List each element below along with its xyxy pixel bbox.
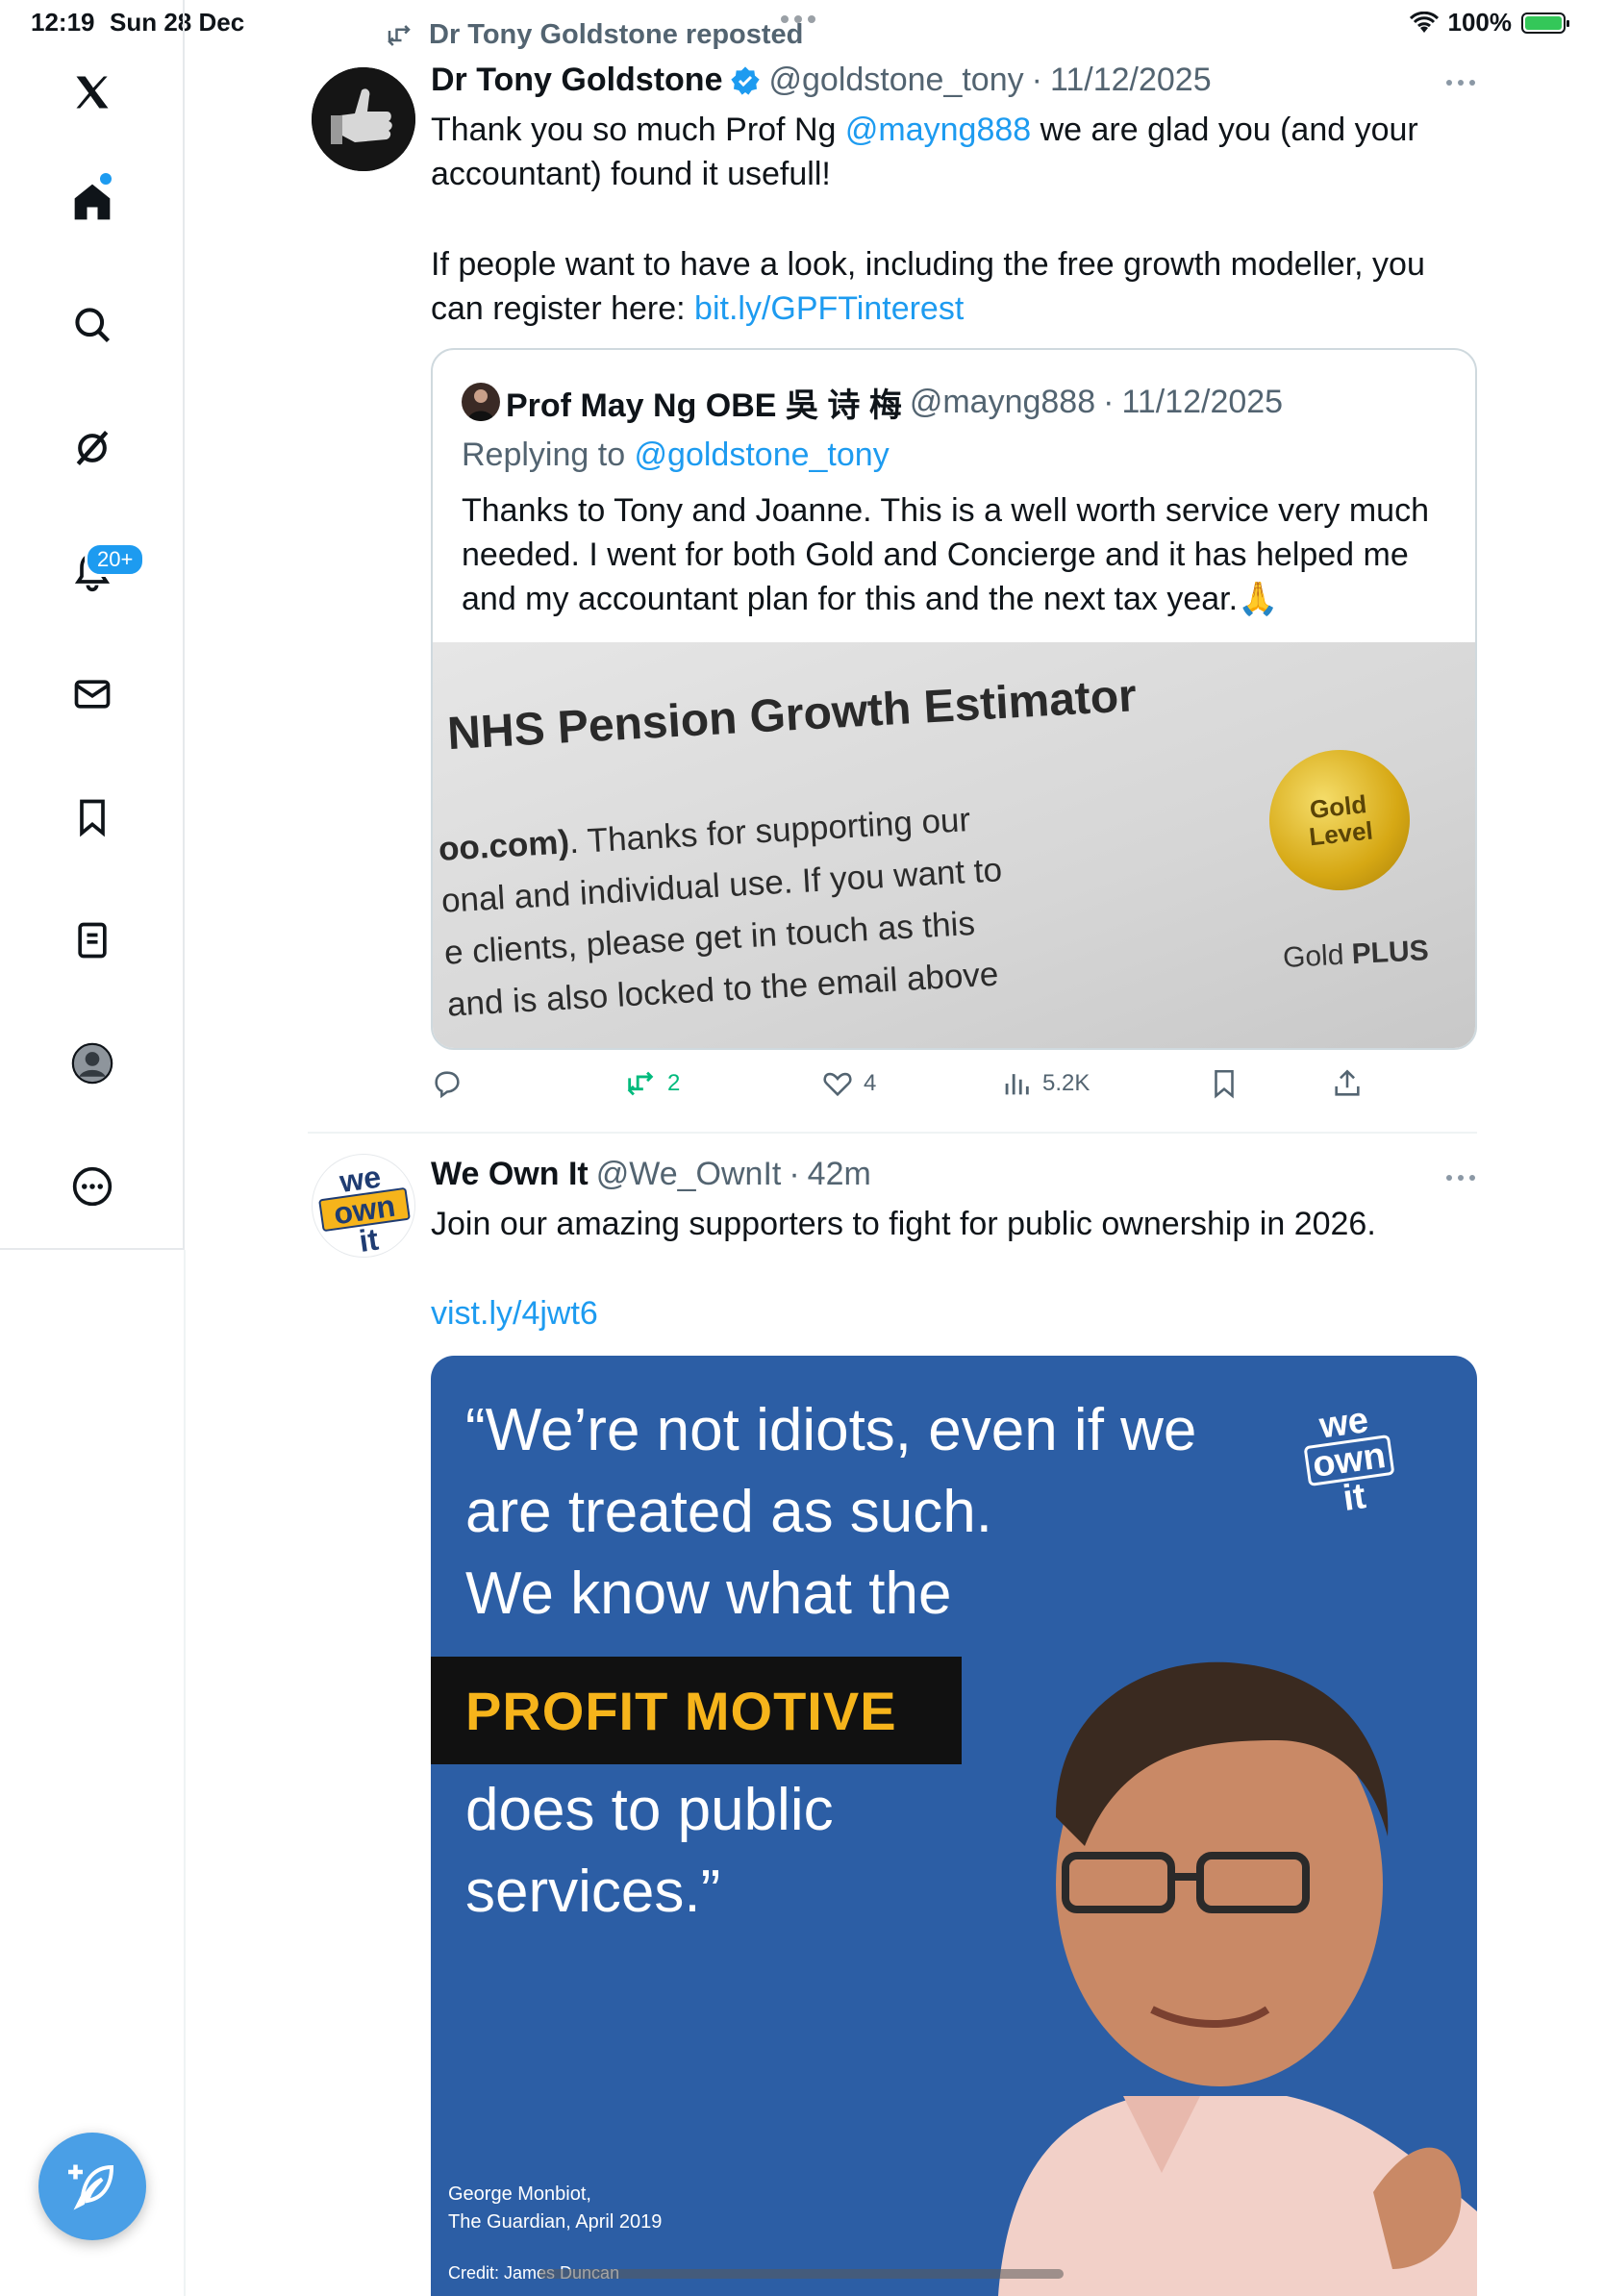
promo-attribution: George Monbiot, The Guardian, April 2019	[448, 2181, 662, 2236]
battery-icon	[1521, 12, 1569, 34]
reply-button[interactable]	[431, 1067, 464, 1100]
repost-banner-text: Dr Tony Goldstone reposted	[429, 19, 804, 50]
estimator-title: NHS Pension Growth Estimator	[445, 670, 1139, 761]
reply-icon	[435, 1071, 460, 1099]
messages-icon[interactable]	[62, 663, 123, 725]
search-icon[interactable]	[62, 294, 123, 356]
tweet1-more-button[interactable]	[1446, 80, 1475, 86]
x-logo-icon[interactable]	[62, 62, 123, 123]
bookmark-icon	[1215, 1069, 1234, 1099]
notifications-badge: 20+	[85, 542, 146, 577]
compose-button[interactable]	[38, 2133, 146, 2240]
views-count: 5.2K	[1042, 1070, 1090, 1096]
tweet2-time[interactable]: 42m	[808, 1156, 871, 1193]
views-bars-icon	[1005, 1074, 1029, 1095]
wifi-icon	[1409, 11, 1439, 33]
heart-icon	[823, 1072, 852, 1097]
tweet1-separator: ·	[1031, 62, 1042, 98]
quote-separator: ·	[1103, 384, 1115, 420]
quote-handle[interactable]: @mayng888	[910, 384, 1095, 421]
battery-percent: 100%	[1447, 8, 1513, 37]
share-icon	[1335, 1069, 1360, 1096]
attribution-l2: The Guardian, April 2019	[448, 2211, 663, 2233]
seal-line2: Level	[1307, 815, 1375, 852]
repost-count: 2	[667, 1070, 681, 1096]
tweet2-text: Join our amazing supporters to fight for…	[431, 1206, 1376, 1242]
home-indicator[interactable]	[539, 2269, 1064, 2279]
quote-date: 11/12/2025	[1121, 384, 1284, 420]
home-unread-dot	[100, 173, 112, 185]
compose-feather-icon	[68, 2164, 114, 2210]
replying-label: Replying to	[462, 437, 635, 473]
tweet1-handle[interactable]: @goldstone_tony	[768, 62, 1023, 99]
sidebar: 20+	[0, 0, 185, 1250]
gold-text: Gold	[1282, 938, 1353, 974]
tweet1-body-2: If people want to have a look, including…	[431, 242, 1450, 331]
repost-icon	[388, 24, 411, 46]
home-icon[interactable]	[62, 171, 123, 233]
like-count: 4	[864, 1070, 877, 1096]
more-icon[interactable]	[62, 1156, 123, 1217]
quote-avatar	[462, 383, 500, 421]
profit-motive-text: PROFIT MOTIVE	[465, 1680, 897, 1741]
tweet1-avatar[interactable]	[312, 67, 415, 171]
share-button[interactable]	[1331, 1067, 1364, 1100]
tweet2-header: We Own It @We_OwnIt · 42m	[431, 1156, 871, 1193]
speaker-photo	[998, 1661, 1477, 2296]
thumbs-up-robot-hand-icon	[312, 67, 415, 171]
we-own-it-logo: we own it	[314, 1159, 414, 1257]
grok-icon[interactable]	[62, 417, 123, 479]
sidebar-divider	[184, 1250, 186, 2296]
tweet1-mention[interactable]: @mayng888	[845, 112, 1031, 148]
verified-badge-icon	[731, 65, 761, 95]
promo-logo: we own it	[1299, 1400, 1400, 1520]
quote-author-name[interactable]: Prof May Ng OBE 吳 诗 梅	[506, 379, 902, 426]
views-button[interactable]: 5.2K	[1000, 1067, 1090, 1100]
tweet-divider	[308, 1132, 1477, 1134]
plus-text: PLUS	[1350, 935, 1430, 971]
battery-fill	[1525, 15, 1562, 30]
promo-quote-l1: “We’re not idiots, even if we	[465, 1397, 1197, 1463]
status-right: 100%	[1409, 8, 1569, 37]
promo-quote-l2: are treated as such.	[465, 1479, 992, 1545]
repost-icon	[627, 1071, 654, 1096]
estimator-text: oo.com). Thanks for supporting our onal …	[438, 792, 1010, 1031]
tweet2-handle[interactable]: @We_OwnIt	[596, 1156, 782, 1193]
tweet2-author-name[interactable]: We Own It	[431, 1156, 589, 1193]
like-button[interactable]: 4	[821, 1067, 876, 1100]
quote-header: Prof May Ng OBE 吳 诗 梅 @mayng888 · 11/12/…	[506, 379, 1283, 426]
tweet2-separator: ·	[789, 1156, 800, 1192]
repost-button[interactable]: 2	[623, 1067, 680, 1100]
tweet1-author-name[interactable]: Dr Tony Goldstone	[431, 62, 722, 99]
quote-text: Thanks to Tony and Joanne. This is a wel…	[462, 492, 1429, 617]
tweet2-link[interactable]: vist.ly/4jwt6	[431, 1291, 598, 1335]
tweet2-more-button[interactable]	[1446, 1175, 1475, 1181]
replying-handle[interactable]: @goldstone_tony	[635, 437, 890, 473]
profile-icon[interactable]	[62, 1033, 123, 1094]
tweet1-text-a: Thank you so much Prof Ng	[431, 112, 845, 148]
bookmark-button[interactable]	[1208, 1067, 1241, 1100]
tweet2-image[interactable]: “We’re not idiots, even if we are treate…	[431, 1356, 1477, 2296]
tweet1-header: Dr Tony Goldstone @goldstone_tony · 11/1…	[431, 62, 1212, 99]
repost-banner[interactable]: Dr Tony Goldstone reposted	[383, 19, 803, 51]
promo-quote-l5: services.”	[465, 1859, 721, 1925]
promo-quote-l4: does to public	[465, 1777, 834, 1843]
tweet1-link[interactable]: bit.ly/GPFTinterest	[694, 290, 964, 327]
quote-replying: Replying to @goldstone_tony	[462, 433, 890, 477]
tweet1-date[interactable]: 11/12/2025	[1050, 62, 1212, 99]
tweet1-action-bar: 2 4 5.2K	[431, 1067, 1392, 1106]
bookmarks-icon[interactable]	[62, 786, 123, 848]
attribution-l1: George Monbiot,	[448, 2184, 591, 2205]
tweet2-avatar[interactable]: we own it	[312, 1154, 415, 1258]
quoted-tweet[interactable]: Prof May Ng OBE 吳 诗 梅 @mayng888 · 11/12/…	[431, 348, 1477, 1050]
quote-image[interactable]: NHS Pension Growth Estimator oo.com). Th…	[433, 642, 1475, 1048]
lists-icon[interactable]	[62, 910, 123, 971]
estimator-line1-bold: oo.com)	[437, 823, 571, 868]
tweet1-body: Thank you so much Prof Ng @mayng888 we a…	[431, 108, 1450, 196]
